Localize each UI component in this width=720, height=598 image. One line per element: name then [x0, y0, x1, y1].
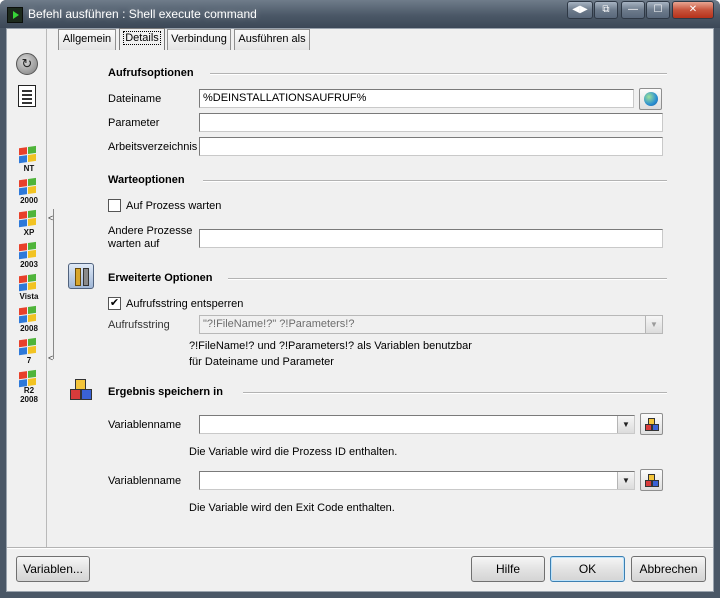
close-button[interactable]: ✕ — [672, 1, 714, 19]
os-item-2000[interactable]: 2000 — [15, 177, 43, 209]
windows-flag-icon — [19, 241, 37, 261]
section-divider — [210, 73, 667, 75]
aufrufsstring-entsperren-label: Aufrufsstring entsperren — [126, 298, 244, 310]
maximize-button[interactable]: ☐ — [646, 1, 670, 19]
restore-arrows-button[interactable]: ◀▶ — [567, 1, 593, 19]
cubes-icon — [68, 378, 94, 404]
minimize-button[interactable]: — — [621, 1, 645, 19]
variable-picker-button[interactable] — [640, 469, 663, 491]
tab-verbindung[interactable]: Verbindung — [167, 29, 231, 50]
auf-prozess-warten-label: Auf Prozess warten — [126, 200, 222, 212]
hilfe-button[interactable]: Hilfe — [471, 556, 545, 582]
parameter-label: Parameter — [108, 117, 160, 129]
section-divider — [203, 180, 667, 182]
collapse-arrow-icon[interactable]: < — [48, 213, 54, 223]
os-item-xp[interactable]: XP — [15, 209, 43, 241]
cubes-icon — [645, 418, 659, 432]
os-item-vista[interactable]: Vista — [15, 273, 43, 305]
footer-divider — [7, 547, 713, 549]
windows-flag-icon — [19, 177, 37, 197]
arbeitsverzeichnis-input[interactable] — [199, 137, 663, 156]
aufrufsstring-entsperren-checkbox[interactable]: ✔ — [108, 297, 121, 310]
arbeitsverzeichnis-label: Arbeitsverzeichnis — [108, 141, 198, 153]
tab-ausfuehren-als[interactable]: Ausführen als — [234, 29, 310, 50]
aufrufsstring-combobox[interactable]: "?!FileName!?" ?!Parameters!? ▼ — [199, 315, 663, 334]
ok-button[interactable]: OK — [550, 556, 625, 582]
refresh-icon[interactable]: ↻ — [16, 53, 38, 75]
os-item-nt[interactable]: NT — [15, 145, 43, 177]
andere-prozesse-label: warten auf — [108, 238, 160, 250]
abbrechen-button[interactable]: Abbrechen — [631, 556, 706, 582]
section-title-warteoptionen: Warteoptionen — [108, 174, 185, 186]
window-title: Befehl ausführen : Shell execute command — [28, 7, 257, 21]
windows-flag-icon — [19, 145, 37, 165]
dateiname-label: Dateiname — [108, 93, 162, 105]
variablenname-label: Variablenname — [108, 419, 182, 431]
tab-details[interactable]: Details — [119, 28, 165, 50]
app-icon — [7, 7, 23, 23]
globe-icon — [644, 92, 658, 106]
section-title-aufrufoptionen: Aufrufsoptionen — [108, 67, 194, 79]
dateiname-input[interactable]: %DEINSTALLATIONSAUFRUF% — [199, 89, 634, 108]
title-bar[interactable]: Befehl ausführen : Shell execute command… — [0, 0, 720, 28]
left-sidebar: ↻ NT 2000 XP 2003 Vista 2008 7 R2 2008 — [7, 29, 47, 547]
tab-allgemein[interactable]: Allgemein — [58, 29, 116, 50]
variablenname-combobox-2[interactable]: ▼ — [199, 471, 635, 490]
section-divider — [243, 392, 667, 394]
andere-prozesse-label: Andere Prozesse — [108, 225, 193, 237]
windows-flag-icon — [19, 273, 37, 293]
exit-code-hint: Die Variable wird den Exit Code enthalte… — [189, 502, 395, 514]
parameter-input[interactable] — [199, 113, 663, 132]
chevron-down-icon[interactable]: ▼ — [617, 416, 634, 433]
sidebar-splitter[interactable] — [53, 209, 54, 359]
variable-picker-button[interactable] — [640, 413, 663, 435]
variablenname-label: Variablenname — [108, 475, 182, 487]
variablen-hint: für Dateiname und Parameter — [189, 356, 334, 368]
windows-flag-icon — [19, 305, 37, 325]
os-item-2003[interactable]: 2003 — [15, 241, 43, 273]
aufrufsstring-label: Aufrufsstring — [108, 319, 170, 331]
prozess-id-hint: Die Variable wird die Prozess ID enthalt… — [189, 446, 398, 458]
windows-flag-icon — [19, 209, 37, 229]
variablen-hint: ?!FileName!? und ?!Parameters!? als Vari… — [189, 340, 472, 352]
document-icon[interactable] — [18, 85, 36, 107]
aufrufsstring-value: "?!FileName!?" ?!Parameters!? — [203, 318, 355, 330]
dialog-client-area: ↻ NT 2000 XP 2003 Vista 2008 7 R2 2008 <… — [6, 28, 714, 592]
section-title-erweiterte-optionen: Erweiterte Optionen — [108, 272, 213, 284]
collapse-arrow-icon[interactable]: < — [48, 353, 54, 363]
os-item-r2-2008[interactable]: R2 2008 — [15, 369, 43, 404]
windows-flag-icon — [19, 337, 37, 357]
tools-icon — [68, 263, 94, 289]
variablenname-combobox-1[interactable]: ▼ — [199, 415, 635, 434]
copy-window-button[interactable]: ⧉ — [594, 1, 618, 19]
variablen-button[interactable]: Variablen... — [16, 556, 90, 582]
section-title-ergebnis: Ergebnis speichern in — [108, 386, 223, 398]
os-item-2008[interactable]: 2008 — [15, 305, 43, 337]
andere-prozesse-input[interactable] — [199, 229, 663, 248]
os-item-7[interactable]: 7 — [15, 337, 43, 369]
chevron-down-icon[interactable]: ▼ — [645, 316, 662, 333]
dialog-window: Befehl ausführen : Shell execute command… — [0, 0, 720, 598]
browse-file-button[interactable] — [639, 88, 662, 110]
chevron-down-icon[interactable]: ▼ — [617, 472, 634, 489]
auf-prozess-warten-checkbox[interactable] — [108, 199, 121, 212]
section-divider — [228, 278, 667, 280]
cubes-icon — [645, 474, 659, 488]
